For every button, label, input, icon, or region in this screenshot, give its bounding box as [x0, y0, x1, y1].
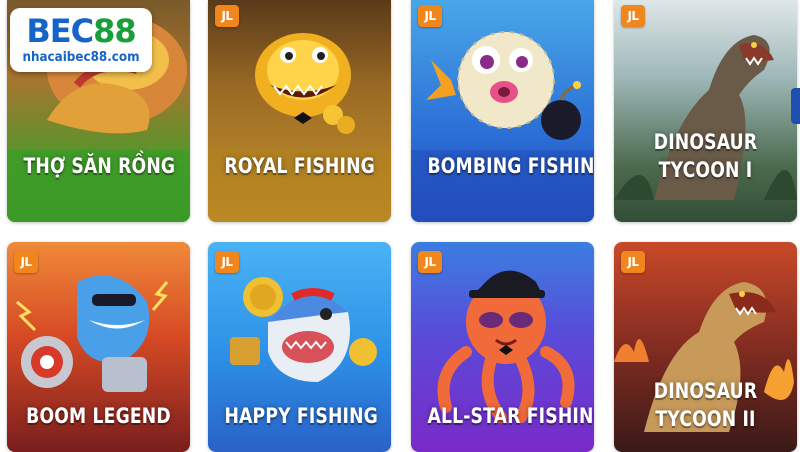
game-card-dinosaur-tycoon-2[interactable]: JL DINOSAUR TYCOON II — [614, 242, 797, 452]
logo-wordmark: BEC88 — [26, 12, 136, 50]
game-title: THỢ SĂN RỒNG — [23, 154, 176, 178]
game-title: BOOM LEGEND — [26, 404, 171, 428]
side-scroll-tab[interactable] — [791, 88, 800, 124]
game-card-bombing-fishing[interactable]: JL BOMBING FISHING — [411, 0, 594, 222]
game-card-dinosaur-tycoon-1[interactable]: JL DINOSAUR TYCOON I — [614, 0, 797, 222]
bec88-logo[interactable]: BEC88 nhacaibec88.com — [10, 8, 152, 72]
game-title: DINOSAUR TYCOON II — [653, 379, 758, 431]
game-title: BOMBING FISHING — [427, 154, 594, 178]
pufferfish-bomb-art — [411, 31, 594, 222]
game-title: DINOSAUR TYCOON I — [653, 130, 758, 182]
game-title: ROYAL FISHING — [224, 154, 375, 178]
game-card-boom-legend[interactable]: JL BOOM LEGEND — [7, 242, 190, 452]
game-card-royal-fishing[interactable]: JL ROYAL FISHING — [208, 0, 391, 222]
game-card-happy-fishing[interactable]: JL HAPPY FISHING — [208, 242, 391, 452]
dinosaur-art — [614, 35, 797, 200]
golden-fish-art — [208, 33, 391, 222]
game-card-all-star-fishing[interactable]: JL ALL-STAR FISHING — [411, 242, 594, 452]
game-title: HAPPY FISHING — [224, 404, 378, 428]
logo-url: nhacaibec88.com — [22, 50, 140, 65]
game-title: ALL-STAR FISHING — [427, 404, 594, 428]
